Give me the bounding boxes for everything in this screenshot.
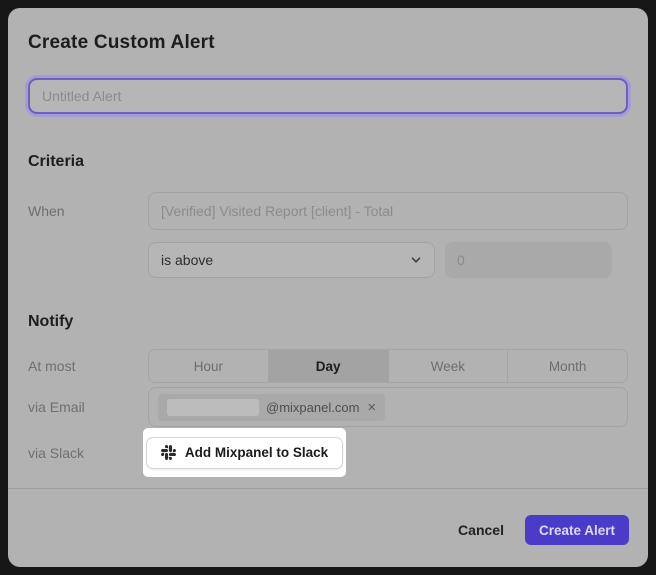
email-chip: @mixpanel.com × — [158, 394, 385, 421]
email-chip-domain: @mixpanel.com — [266, 400, 359, 415]
segment-week[interactable]: Week — [388, 350, 508, 382]
when-row: When [Verified] Visited Report [client] … — [28, 192, 628, 230]
operator-select[interactable]: is above — [148, 242, 435, 278]
operator-value: is above — [161, 252, 213, 268]
when-label: When — [28, 203, 148, 219]
cancel-button[interactable]: Cancel — [458, 522, 504, 538]
add-mixpanel-to-slack-button[interactable]: Add Mixpanel to Slack — [146, 437, 343, 469]
dialog-body: Create Custom Alert Criteria When [Verif… — [8, 8, 648, 488]
backdrop: { "dialog": { "title": "Create Custom Al… — [0, 0, 656, 575]
via-email-row: via Email @mixpanel.com × — [28, 387, 628, 427]
chevron-down-icon — [410, 254, 422, 266]
alert-name-input[interactable] — [28, 78, 628, 114]
at-most-row: At most Hour Day Week Month — [28, 349, 628, 383]
via-slack-row: via Slack Add Mixpanel to Slack — [28, 428, 628, 477]
slack-button-label: Add Mixpanel to Slack — [185, 445, 328, 460]
segment-hour[interactable]: Hour — [149, 350, 268, 382]
remove-email-icon[interactable]: × — [367, 400, 376, 415]
event-field-value: [Verified] Visited Report [client] - Tot… — [161, 203, 393, 219]
frequency-segmented-control: Hour Day Week Month — [148, 349, 628, 383]
create-custom-alert-dialog: Create Custom Alert Criteria When [Verif… — [8, 8, 648, 567]
section-heading-notify: Notify — [28, 312, 628, 332]
at-most-label: At most — [28, 358, 148, 374]
event-field[interactable]: [Verified] Visited Report [client] - Tot… — [148, 192, 628, 230]
section-heading-criteria: Criteria — [28, 152, 628, 172]
segment-day[interactable]: Day — [268, 350, 388, 382]
email-recipients-field[interactable]: @mixpanel.com × — [148, 387, 628, 427]
email-redacted-name — [167, 399, 259, 416]
segment-month[interactable]: Month — [507, 350, 627, 382]
slack-icon — [161, 445, 176, 460]
via-email-label: via Email — [28, 399, 148, 415]
dialog-footer: Cancel Create Alert — [8, 488, 648, 567]
dialog-title: Create Custom Alert — [28, 30, 628, 56]
threshold-input[interactable]: 0 — [445, 242, 612, 278]
via-slack-label: via Slack — [28, 445, 148, 461]
create-alert-button[interactable]: Create Alert — [525, 515, 629, 545]
slack-spotlight-highlight: Add Mixpanel to Slack — [143, 428, 346, 477]
operator-row: is above 0 — [28, 242, 628, 278]
threshold-value: 0 — [457, 252, 465, 268]
